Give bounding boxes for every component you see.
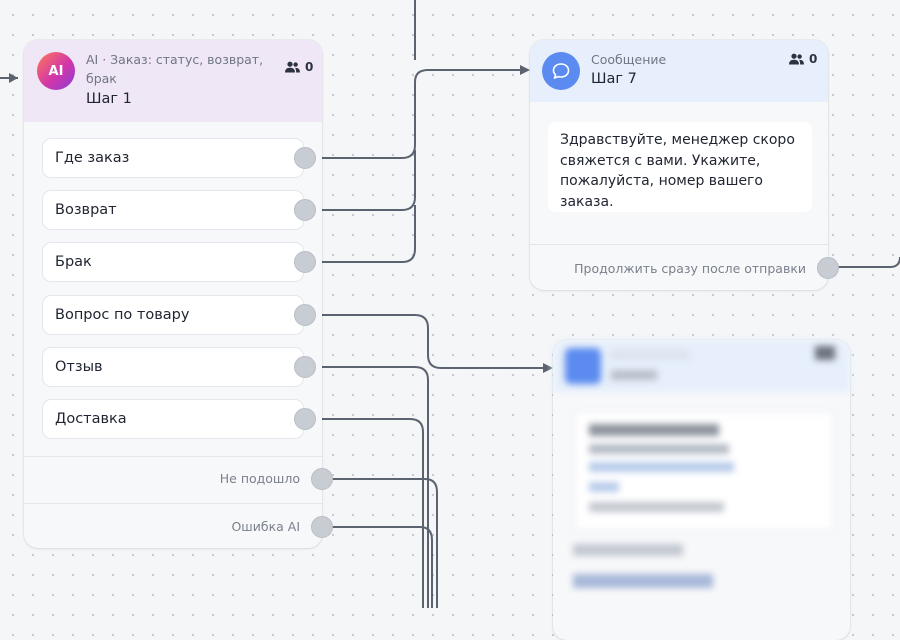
wire-fallback (332, 478, 438, 608)
port-return[interactable] (294, 199, 316, 221)
port-continue[interactable] (817, 257, 839, 279)
chat-bubble-icon (552, 63, 570, 79)
node-type-label: AI · Заказ: статус, возврат, брак (86, 52, 264, 86)
arrow-step7 (520, 65, 530, 75)
port-defect[interactable] (294, 251, 316, 273)
continue-label: Продолжить сразу после отправки (574, 261, 806, 276)
node-type-label: Сообщение (591, 52, 667, 67)
divider (530, 244, 828, 245)
wire-delivery (316, 418, 424, 608)
option-defect[interactable]: Брак (42, 242, 304, 282)
option-label: Возврат (55, 202, 117, 218)
users-count: 0 (285, 60, 313, 74)
option-label: Вопрос по товару (55, 307, 190, 323)
users-icon (285, 61, 300, 73)
divider (24, 503, 322, 504)
wire-where-order (316, 69, 522, 159)
message-avatar (542, 52, 580, 90)
option-return[interactable]: Возврат (42, 190, 304, 230)
users-count-value: 0 (305, 60, 314, 74)
option-label: Доставка (55, 411, 127, 427)
message-text: Здравствуйте, менеджер скоро свяжется с … (548, 122, 812, 212)
wire-product-question (316, 314, 545, 369)
wire-review (316, 366, 429, 608)
users-icon (789, 53, 804, 65)
port-review[interactable] (294, 356, 316, 378)
users-count: 0 (789, 52, 817, 66)
option-where-order[interactable]: Где заказ (42, 138, 304, 178)
port-error[interactable] (311, 516, 333, 538)
obscured-node[interactable] (553, 340, 850, 640)
arrow-blurred-node (543, 363, 553, 373)
wire-defect (316, 205, 416, 263)
error-label: Ошибка AI (231, 519, 300, 534)
port-fallback[interactable] (311, 468, 333, 490)
option-label: Отзыв (55, 359, 103, 375)
option-product-question[interactable]: Вопрос по товару (42, 295, 304, 335)
option-label: Где заказ (55, 150, 130, 166)
port-product-question[interactable] (294, 304, 316, 326)
option-label: Брак (55, 254, 92, 270)
arrow-incoming (9, 73, 18, 83)
obscured-content (553, 340, 850, 608)
users-count-value: 0 (809, 52, 818, 66)
fallback-label: Не подошло (219, 471, 300, 486)
step-title: Шаг 1 (86, 91, 132, 107)
port-delivery[interactable] (294, 408, 316, 430)
option-delivery[interactable]: Доставка (42, 399, 304, 439)
divider (24, 456, 322, 457)
ai-node[interactable]: AI AI · Заказ: статус, возврат, брак Шаг… (24, 40, 333, 548)
wire-continue (838, 256, 900, 268)
wire-error (332, 526, 433, 608)
ai-avatar: AI (37, 52, 75, 90)
port-where-order[interactable] (294, 147, 316, 169)
step-title: Шаг 7 (591, 71, 637, 87)
message-node[interactable]: Сообщение Шаг 7 0 Здравствуйте, менеджер… (530, 40, 839, 290)
option-review[interactable]: Отзыв (42, 347, 304, 387)
